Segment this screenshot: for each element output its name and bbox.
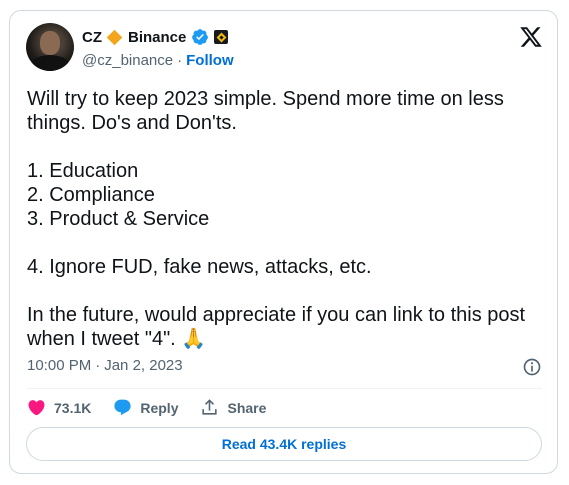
author-handle[interactable]: @cz_binance: [82, 52, 173, 69]
tweet-card: CZ Binance @cz_binance · Follow Will try…: [9, 10, 558, 474]
tweet-date[interactable]: Jan 2, 2023: [104, 357, 182, 374]
reply-icon: [114, 399, 131, 416]
tweet-time[interactable]: 10:00 PM: [27, 357, 91, 374]
diamond-icon: [106, 29, 123, 45]
like-count: 73.1K: [54, 399, 92, 416]
reply-button[interactable]: Reply: [113, 398, 178, 417]
timestamp-separator: ·: [95, 357, 101, 374]
share-icon: [202, 399, 218, 415]
author-display-name[interactable]: CZ: [82, 29, 102, 46]
author-affiliation[interactable]: Binance: [128, 29, 186, 46]
read-replies-button[interactable]: Read 43.4K replies: [26, 427, 542, 461]
tweet-text: Will try to keep 2023 simple. Spend more…: [27, 88, 526, 350]
author-avatar[interactable]: [26, 23, 74, 71]
handle-separator: ·: [177, 52, 183, 69]
heart-icon: [28, 400, 45, 416]
share-button[interactable]: Share: [200, 398, 266, 417]
like-button[interactable]: 73.1K: [27, 398, 91, 417]
binance-badge-icon[interactable]: [214, 30, 229, 44]
reply-label: Reply: [140, 399, 179, 416]
share-label: Share: [227, 399, 267, 416]
tweet-actions: 73.1K Reply Share: [27, 398, 288, 417]
follow-button[interactable]: Follow: [186, 52, 234, 69]
author-handle-row: @cz_binance · Follow: [82, 52, 234, 69]
verified-icon: [192, 29, 209, 45]
author-name-row[interactable]: CZ Binance: [82, 28, 229, 46]
info-icon[interactable]: [522, 357, 542, 377]
tweet-timestamp[interactable]: 10:00 PM · Jan 2, 2023: [27, 357, 183, 374]
divider: [27, 388, 542, 389]
x-logo-icon[interactable]: [519, 25, 543, 49]
